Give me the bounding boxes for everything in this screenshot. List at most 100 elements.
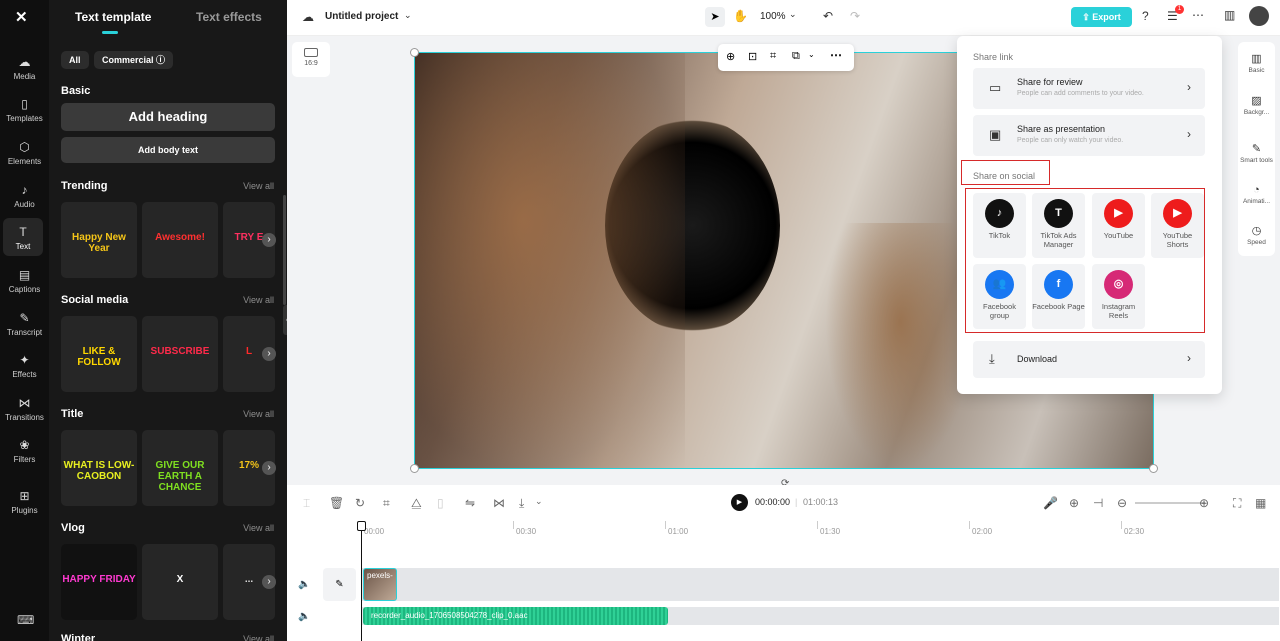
undo-icon[interactable]: ↶ — [823, 9, 833, 23]
frame-icon[interactable]: ⊡ — [748, 50, 757, 63]
loop-icon[interactable]: ↻ — [355, 496, 365, 510]
tool-speed[interactable]: ◷ Speed — [1238, 224, 1275, 246]
text-template-thumb[interactable]: HAPPY FRIDAY — [61, 544, 137, 620]
project-title[interactable]: Untitled project — [325, 11, 398, 22]
nav-item-text[interactable]: T Text — [3, 218, 43, 256]
link-icon[interactable]: ⊣ — [1093, 496, 1103, 510]
nav-item-plugins[interactable]: ⊞ Plugins — [0, 489, 49, 515]
tool-smart-tools[interactable]: ✎ Smart tools — [1238, 142, 1275, 164]
tab-text-template[interactable]: Text template — [75, 10, 151, 24]
playhead[interactable] — [361, 521, 362, 641]
download-button[interactable]: ⤓ Download › — [973, 341, 1205, 378]
resize-handle-tl[interactable] — [410, 48, 419, 57]
nav-item-templates[interactable]: ▯ Templates — [0, 97, 49, 123]
audio-clip[interactable]: recorder_audio_1706508504278_clip_0.aac — [363, 607, 668, 625]
more-icon[interactable]: ⋯ — [1192, 8, 1204, 22]
track-audio-icon-2[interactable]: 🔈 — [298, 611, 310, 622]
tab-text-effects[interactable]: Text effects — [196, 10, 262, 24]
text-template-thumb[interactable]: LIKE & FOLLOW — [61, 316, 137, 392]
scroll-right-icon[interactable]: › — [262, 575, 276, 589]
zoom-out-icon[interactable]: ⊖ — [1117, 496, 1127, 510]
edit-cover-icon[interactable]: ✎ — [323, 568, 356, 601]
nav-item-effects[interactable]: ✦ Effects — [0, 353, 49, 379]
mask-dropdown-icon[interactable]: ⌄ — [808, 50, 815, 59]
text-template-thumb[interactable]: WHAT IS LOW-CAOBON — [61, 430, 137, 506]
view-all-link[interactable]: View all — [243, 523, 274, 533]
view-all-link[interactable]: View all — [243, 295, 274, 305]
view-all-link[interactable]: View all — [243, 409, 274, 419]
toolbar-more-icon[interactable]: ⋯ — [830, 48, 842, 62]
play-button[interactable]: ▶ — [731, 494, 748, 511]
scroll-right-icon[interactable]: › — [262, 461, 276, 475]
nav-item-filters[interactable]: ❀ Filters — [0, 438, 49, 464]
filter-all-chip[interactable]: All — [61, 51, 89, 69]
delete-icon[interactable]: 🗑 — [329, 496, 344, 510]
share-tiktok-button[interactable]: ♪ TikTok — [973, 193, 1026, 258]
video-track[interactable] — [361, 568, 1279, 601]
add-heading-button[interactable]: Add heading — [61, 103, 275, 131]
help-icon[interactable]: ? — [1142, 9, 1149, 23]
crop-icon[interactable]: ⌗ — [770, 50, 776, 63]
mic-icon[interactable]: 🎤 — [1043, 496, 1058, 510]
view-all-link[interactable]: View all — [243, 181, 274, 191]
text-template-thumb[interactable]: Happy New Year — [61, 202, 137, 278]
scroll-right-icon[interactable]: › — [262, 347, 276, 361]
zoom-in-icon[interactable]: ⊕ — [1199, 496, 1209, 510]
nav-item-audio[interactable]: ♪ Audio — [0, 183, 49, 209]
nav-item-transitions[interactable]: ⋈ Transitions — [0, 396, 49, 422]
share-facebook-group-button[interactable]: 👥 Facebook group — [973, 264, 1026, 329]
text-template-thumb[interactable]: SUBSCRIBE — [142, 316, 218, 392]
aspect-ratio-button[interactable]: 16:9 — [292, 42, 330, 77]
export-button[interactable]: ⇪ Export — [1071, 7, 1132, 27]
share-tiktok-ads-manager-button[interactable]: T TikTok Ads Manager — [1032, 193, 1085, 258]
zoom-dropdown-icon[interactable]: ⌄ — [789, 9, 797, 20]
keyboard-icon[interactable]: ⌨ — [17, 613, 34, 627]
nav-item-elements[interactable]: ⬡ Elements — [0, 140, 49, 166]
replace-icon[interactable]: ⊕ — [726, 50, 735, 63]
mask-icon[interactable]: ⧉ — [792, 50, 800, 63]
project-dropdown-icon[interactable]: ⌄ — [404, 10, 412, 21]
share-as-presentation-button[interactable]: ▣ Share as presentation People can only … — [973, 115, 1205, 156]
select-tool-icon[interactable]: ➤ — [705, 7, 725, 27]
resize-clip-icon[interactable]: ⋈ — [493, 496, 505, 510]
nav-item-transcript[interactable]: ✎ Transcript — [0, 311, 49, 337]
nav-item-media[interactable]: ☁ Media — [0, 55, 49, 81]
mirror-icon[interactable]: ⧋ — [411, 496, 422, 511]
redo-icon[interactable]: ↷ — [850, 9, 860, 23]
nav-item-captions[interactable]: ▤ Captions — [0, 268, 49, 294]
text-template-thumb[interactable]: GIVE OUR EARTH A CHANCE — [142, 430, 218, 506]
fit-icon[interactable]: ⛶ — [1233, 496, 1241, 511]
split-icon[interactable]: ⌶ — [303, 496, 310, 511]
filter-commercial-chip[interactable]: Commercial ⓘ — [94, 51, 174, 69]
scroll-right-icon[interactable]: › — [262, 233, 276, 247]
adjust-icon[interactable]: ⇋ — [465, 496, 475, 510]
zoom-level[interactable]: 100% — [760, 11, 786, 22]
text-template-thumb[interactable]: X — [142, 544, 218, 620]
share-youtube-shorts-button[interactable]: ▶ YouTube Shorts — [1151, 193, 1204, 258]
panel-scrollbar[interactable] — [283, 195, 286, 305]
hand-tool-icon[interactable]: ✋ — [733, 9, 748, 23]
track-audio-icon[interactable]: 🔈 — [298, 579, 310, 590]
share-instagram-reels-button[interactable]: ◎ Instagram Reels — [1092, 264, 1145, 329]
resize-handle-br[interactable] — [1149, 464, 1158, 473]
layout-icon[interactable]: ▥ — [1224, 8, 1235, 22]
resize-handle-bl[interactable] — [410, 464, 419, 473]
tool-background[interactable]: ▨ Backgr... — [1238, 94, 1275, 116]
tool-animation[interactable]: ◔ Animati... — [1238, 184, 1275, 205]
tool-basic[interactable]: ▥ Basic — [1238, 52, 1275, 74]
crop-clip-icon[interactable]: ⌗ — [383, 496, 390, 511]
video-clip[interactable]: pexels- — [363, 568, 397, 601]
more-dropdown-icon[interactable]: ⌄ — [535, 496, 543, 507]
avatar[interactable] — [1249, 6, 1269, 26]
add-body-text-button[interactable]: Add body text — [61, 137, 275, 163]
share-facebook-page-button[interactable]: f Facebook Page — [1032, 264, 1085, 329]
share-youtube-button[interactable]: ▶ YouTube — [1092, 193, 1145, 258]
freeze-icon[interactable]: ▯ — [437, 496, 444, 510]
share-for-review-button[interactable]: ▭ Share for review People can add commen… — [973, 68, 1205, 109]
playhead-handle[interactable] — [357, 521, 366, 531]
fullscreen-icon[interactable]: ▦ — [1255, 496, 1266, 510]
text-template-thumb[interactable]: Awesome! — [142, 202, 218, 278]
view-all-link[interactable]: View all — [243, 634, 274, 641]
zoom-slider[interactable] — [1135, 502, 1205, 504]
snap-icon[interactable]: ⊕ — [1069, 496, 1079, 510]
